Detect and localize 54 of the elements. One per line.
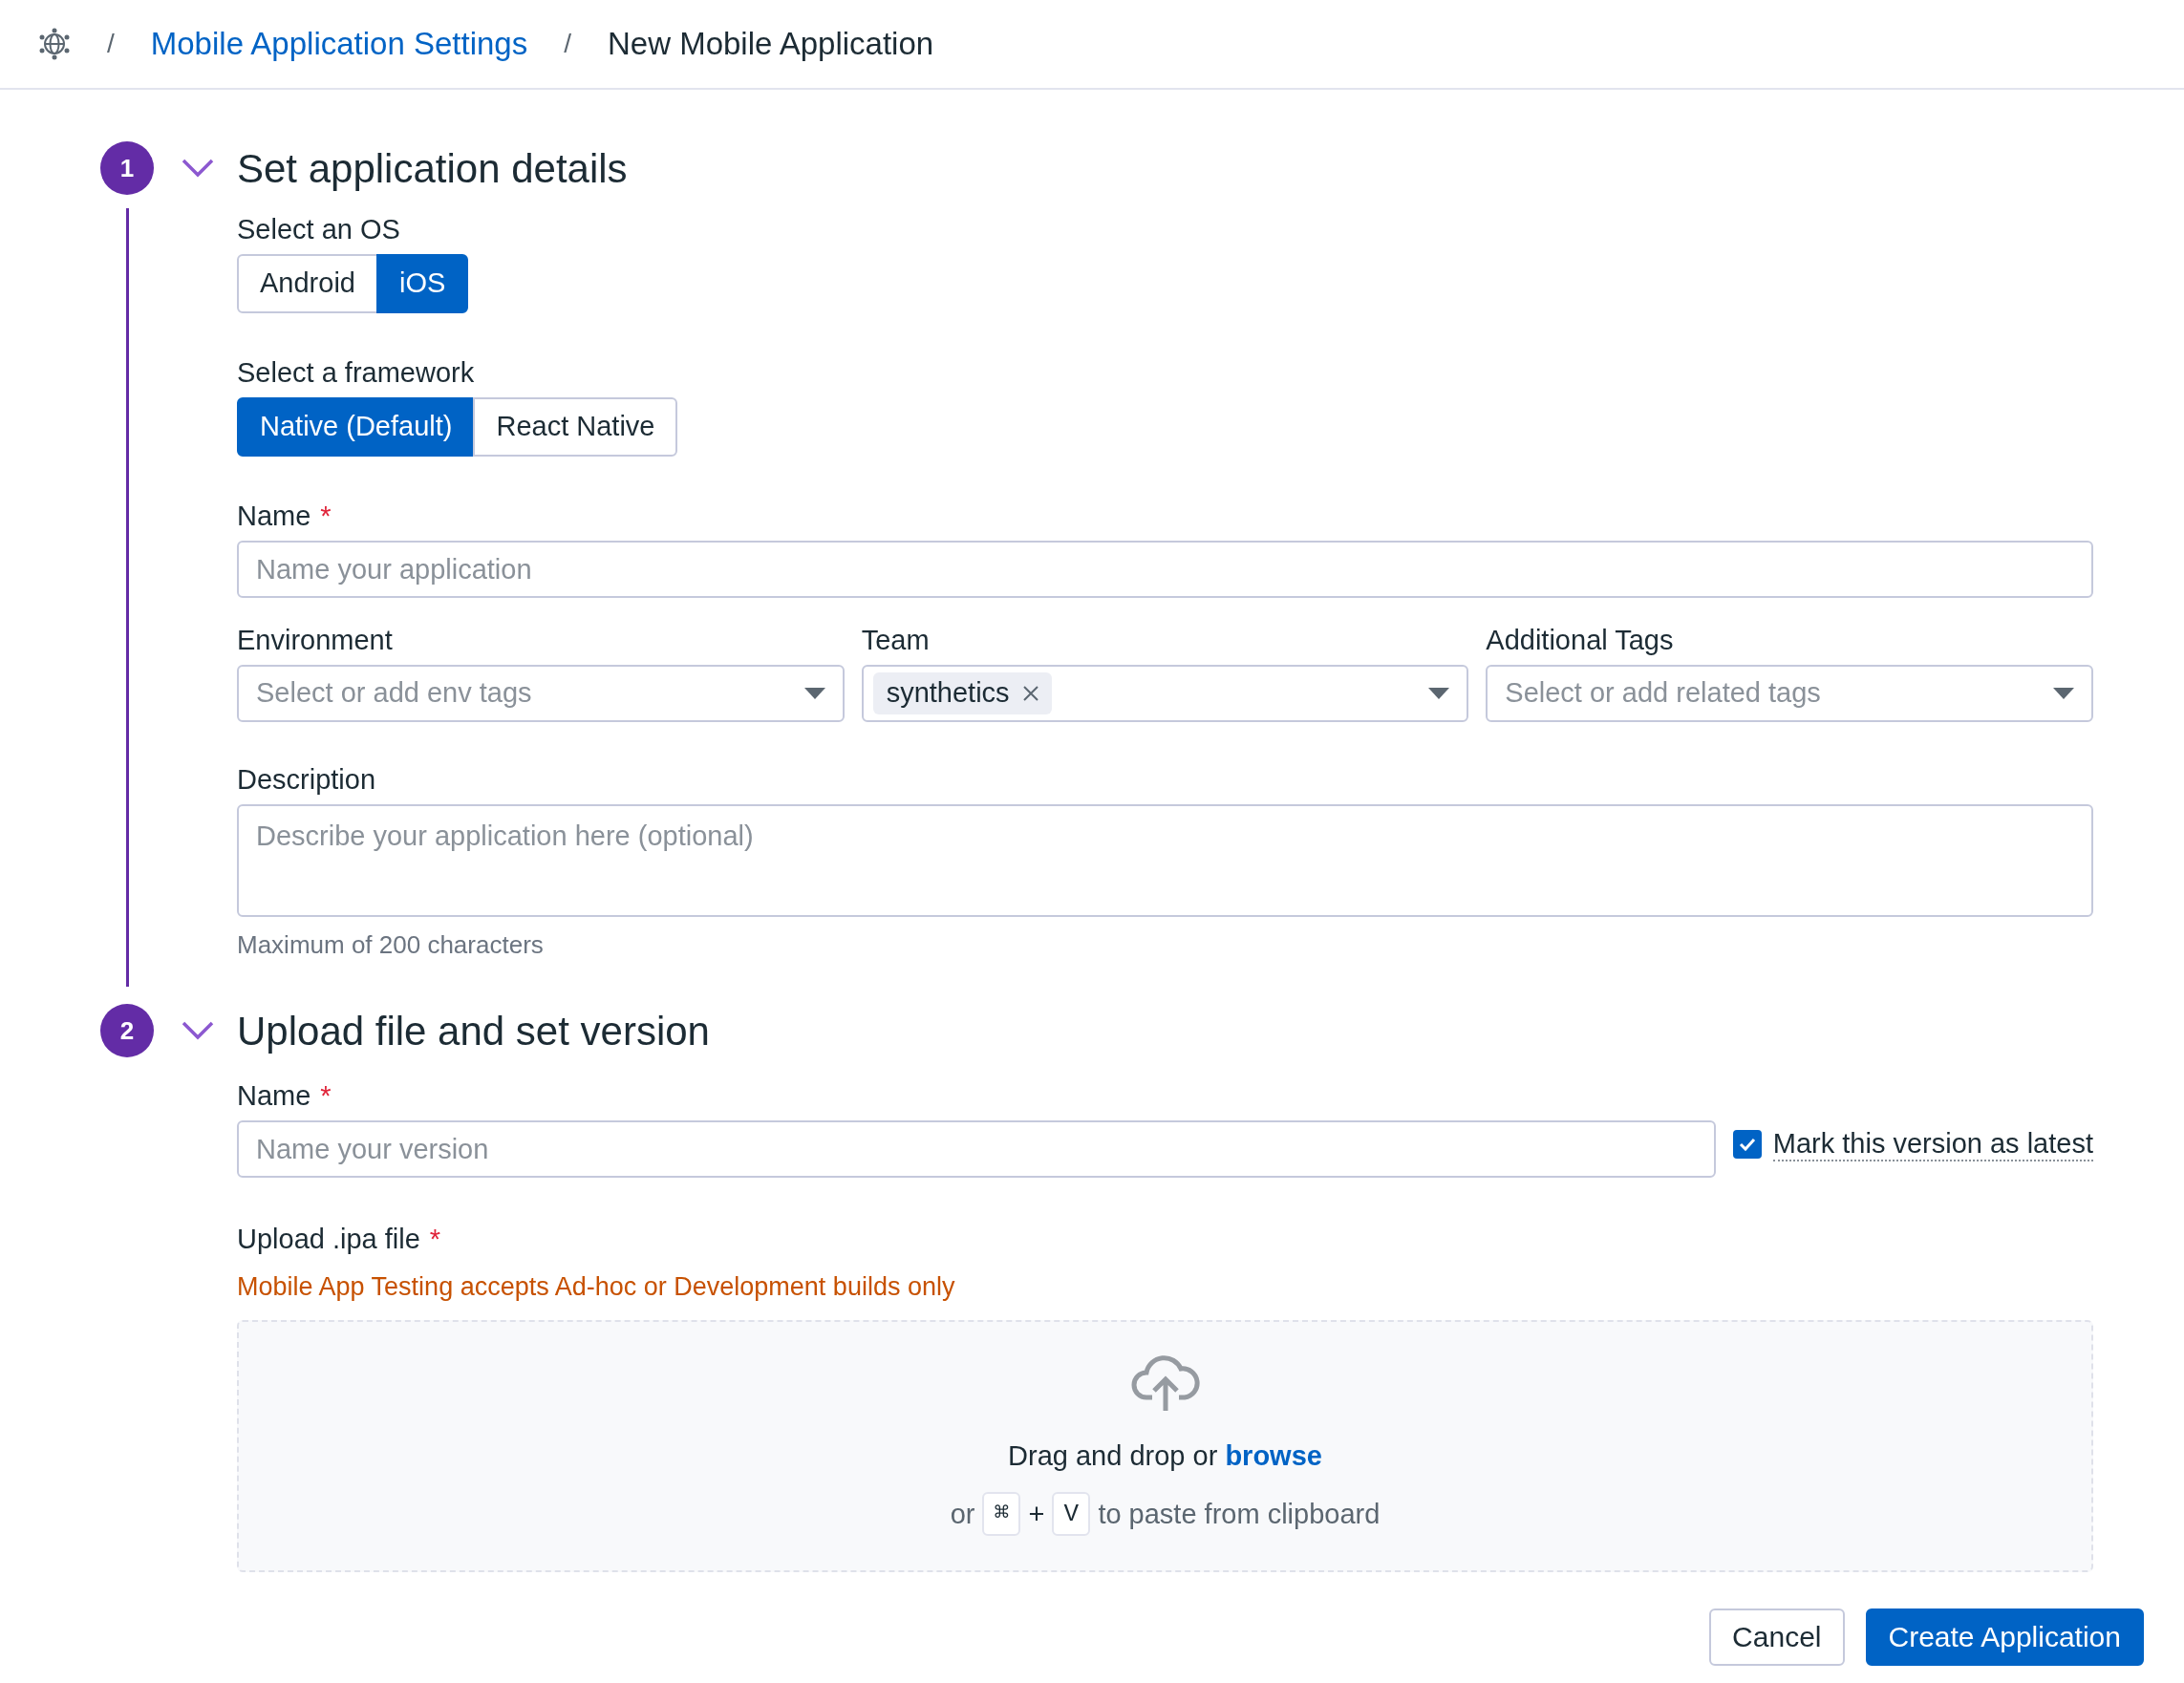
tags-select[interactable]: Select or add related tags xyxy=(1486,665,2093,722)
field-label: Select a framework xyxy=(237,356,475,390)
checkbox-label[interactable]: Mark this version as latest xyxy=(1772,1127,2093,1161)
field-label: Select an OS xyxy=(237,213,400,246)
globe-network-icon[interactable] xyxy=(38,28,71,60)
cancel-button[interactable]: Cancel xyxy=(1709,1608,1845,1666)
paste-hint-prefix: or xyxy=(950,1497,975,1531)
field-label: Name xyxy=(237,1079,311,1113)
breadcrumb-separator: / xyxy=(564,28,571,60)
field-label: Team xyxy=(861,624,930,657)
required-mark: * xyxy=(429,1223,441,1256)
close-icon[interactable] xyxy=(1022,686,1038,701)
caret-icon xyxy=(1428,688,1450,699)
breadcrumb-separator: / xyxy=(107,28,115,60)
segment-button[interactable]: Native (Default) xyxy=(237,397,476,457)
field-label: Name xyxy=(237,500,311,533)
create-button[interactable]: Create Application xyxy=(1865,1608,2144,1666)
description-textarea[interactable]: Describe your application here (optional) xyxy=(237,804,2093,917)
caret-icon xyxy=(803,688,825,699)
step-title: Upload file and set version xyxy=(237,1007,710,1055)
environment-select[interactable]: Select or add env tags xyxy=(237,665,845,722)
breadcrumb-current: New Mobile Application xyxy=(607,25,934,64)
segment-button[interactable]: React Native xyxy=(473,397,678,457)
field-label: Description xyxy=(237,763,376,797)
required-mark: * xyxy=(320,500,332,533)
tag-chip: synthetics xyxy=(872,672,1052,714)
team-select[interactable]: synthetics xyxy=(861,665,1469,722)
caret-icon xyxy=(2053,688,2074,699)
description-hint: Maximum of 200 characters xyxy=(237,929,545,961)
paste-hint: to paste from clipboard xyxy=(1098,1497,1381,1531)
plus-sign: + xyxy=(1028,1497,1045,1531)
field-label: Upload .ipa file xyxy=(237,1223,420,1256)
step-number-badge: 2 xyxy=(100,1004,154,1057)
required-mark: * xyxy=(320,1079,332,1113)
chevron-icon[interactable] xyxy=(182,159,214,178)
check-icon xyxy=(1738,1138,1756,1151)
segment-button[interactable]: Android xyxy=(237,254,378,313)
checkbox[interactable] xyxy=(1732,1130,1762,1159)
field-label: Environment xyxy=(237,624,393,657)
upload-dropzone[interactable]: Drag and drop or browse or ⌘ + V to paste from clipboard xyxy=(237,1319,2093,1572)
keyboard-key: ⌘ xyxy=(982,1492,1021,1537)
keyboard-key: V xyxy=(1052,1492,1091,1537)
segment-button[interactable]: iOS xyxy=(375,254,469,313)
drop-prompt: Drag and drop or browse xyxy=(1008,1438,1322,1473)
step-number-badge: 1 xyxy=(100,141,154,195)
browse-link[interactable]: browse xyxy=(1225,1439,1322,1471)
version-name-input[interactable]: Name your version xyxy=(237,1120,1716,1178)
field-label: Additional Tags xyxy=(1486,624,1674,657)
name-input[interactable]: Name your application xyxy=(237,541,2093,598)
cloud-upload-icon xyxy=(1130,1354,1200,1411)
chevron-icon[interactable] xyxy=(182,1021,214,1040)
step-title: Set application details xyxy=(237,144,628,193)
breadcrumb-link[interactable]: Mobile Application Settings xyxy=(150,20,528,68)
upload-warning: Mobile App Testing accepts Ad-hoc or Development builds only xyxy=(237,1271,956,1303)
